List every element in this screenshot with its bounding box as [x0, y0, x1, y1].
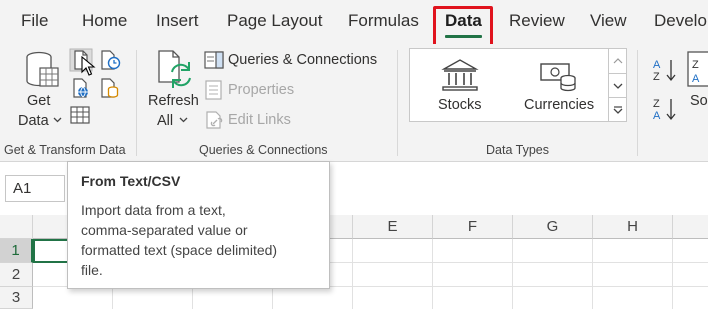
group-divider [637, 50, 638, 156]
svg-text:A: A [692, 73, 700, 85]
queries-pane-icon [204, 51, 224, 69]
existing-connections-icon[interactable] [98, 76, 122, 100]
chevron-down-icon [179, 117, 188, 123]
refresh-icon [158, 50, 191, 88]
bank-icon [441, 59, 479, 91]
svg-text:Z: Z [653, 98, 660, 110]
tab-review[interactable]: Review [509, 11, 565, 31]
chevron-up-icon [613, 58, 622, 64]
row-header-3[interactable]: 3 [0, 287, 33, 309]
from-text-csv-tooltip: From Text/CSV Import data from a text, c… [67, 161, 330, 289]
queries-connections-label: Queries & Connections [228, 52, 378, 68]
tab-home[interactable]: Home [82, 11, 127, 31]
currency-icon [540, 63, 576, 92]
column-header-f[interactable]: F [433, 215, 513, 239]
get-transform-group-label: Get & Transform Data [4, 143, 126, 157]
from-web-icon[interactable] [69, 76, 93, 100]
gallery-more-button[interactable] [609, 97, 626, 121]
sort-descending-icon: Z A [653, 98, 676, 122]
edit-links-label: Edit Links [228, 112, 291, 128]
column-header-e[interactable]: E [353, 215, 433, 239]
gallery-scroll [608, 48, 627, 122]
sort-ascending-icon: A Z [653, 59, 676, 83]
data-tab-highlight [433, 6, 493, 47]
mouse-pointer-icon [81, 56, 96, 76]
tab-insert[interactable]: Insert [156, 11, 199, 31]
row-header-1[interactable]: 1 [0, 239, 33, 263]
sort-dialog-icon: Z A [687, 51, 708, 87]
properties-icon [205, 80, 222, 100]
group-divider [397, 50, 398, 156]
select-all-corner[interactable] [0, 215, 33, 239]
gallery-scroll-up-button[interactable] [609, 49, 626, 73]
grid-line [432, 239, 433, 309]
get-data-label-1: Get [27, 93, 51, 109]
svg-text:Z: Z [653, 71, 660, 83]
database-icon [26, 51, 59, 87]
svg-text:Z: Z [692, 59, 699, 71]
stocks-label: Stocks [438, 97, 482, 113]
name-box-value: A1 [13, 180, 32, 197]
column-header-h[interactable]: H [593, 215, 673, 239]
from-web-clock-icon[interactable] [98, 48, 122, 72]
grid-line [512, 239, 513, 309]
refresh-label-1: Refresh [148, 93, 199, 109]
gallery-scroll-down-button[interactable] [609, 73, 626, 97]
grid-line [592, 239, 593, 309]
tab-developer[interactable]: Develop [654, 11, 708, 31]
grid-line [352, 239, 353, 309]
currencies-label: Currencies [524, 97, 595, 113]
tab-view[interactable]: View [590, 11, 627, 31]
from-table-range-icon[interactable] [69, 105, 93, 127]
tooltip-title: From Text/CSV [81, 173, 181, 189]
column-header-i[interactable] [673, 215, 708, 239]
sort-label: So [690, 93, 708, 109]
group-divider [136, 50, 137, 156]
svg-text:A: A [653, 59, 661, 71]
edit-links-icon [206, 111, 223, 129]
get-data-label-2: Data [18, 113, 49, 129]
more-icon [613, 105, 622, 114]
grid-line [672, 239, 673, 309]
row-header-2[interactable]: 2 [0, 263, 33, 287]
queries-group-label: Queries & Connections [199, 143, 328, 157]
tab-page-layout[interactable]: Page Layout [227, 11, 322, 31]
chevron-down-icon [613, 83, 622, 89]
properties-label: Properties [228, 82, 295, 98]
chevron-down-icon [53, 117, 62, 123]
tooltip-description: Import data from a text, comma-separated… [81, 202, 278, 278]
tab-file[interactable]: File [21, 11, 48, 31]
data-types-group-label: Data Types [486, 143, 550, 157]
tab-formulas[interactable]: Formulas [348, 11, 419, 31]
refresh-label-2: All [157, 113, 174, 129]
svg-text:A: A [653, 110, 661, 122]
column-header-g[interactable]: G [513, 215, 593, 239]
